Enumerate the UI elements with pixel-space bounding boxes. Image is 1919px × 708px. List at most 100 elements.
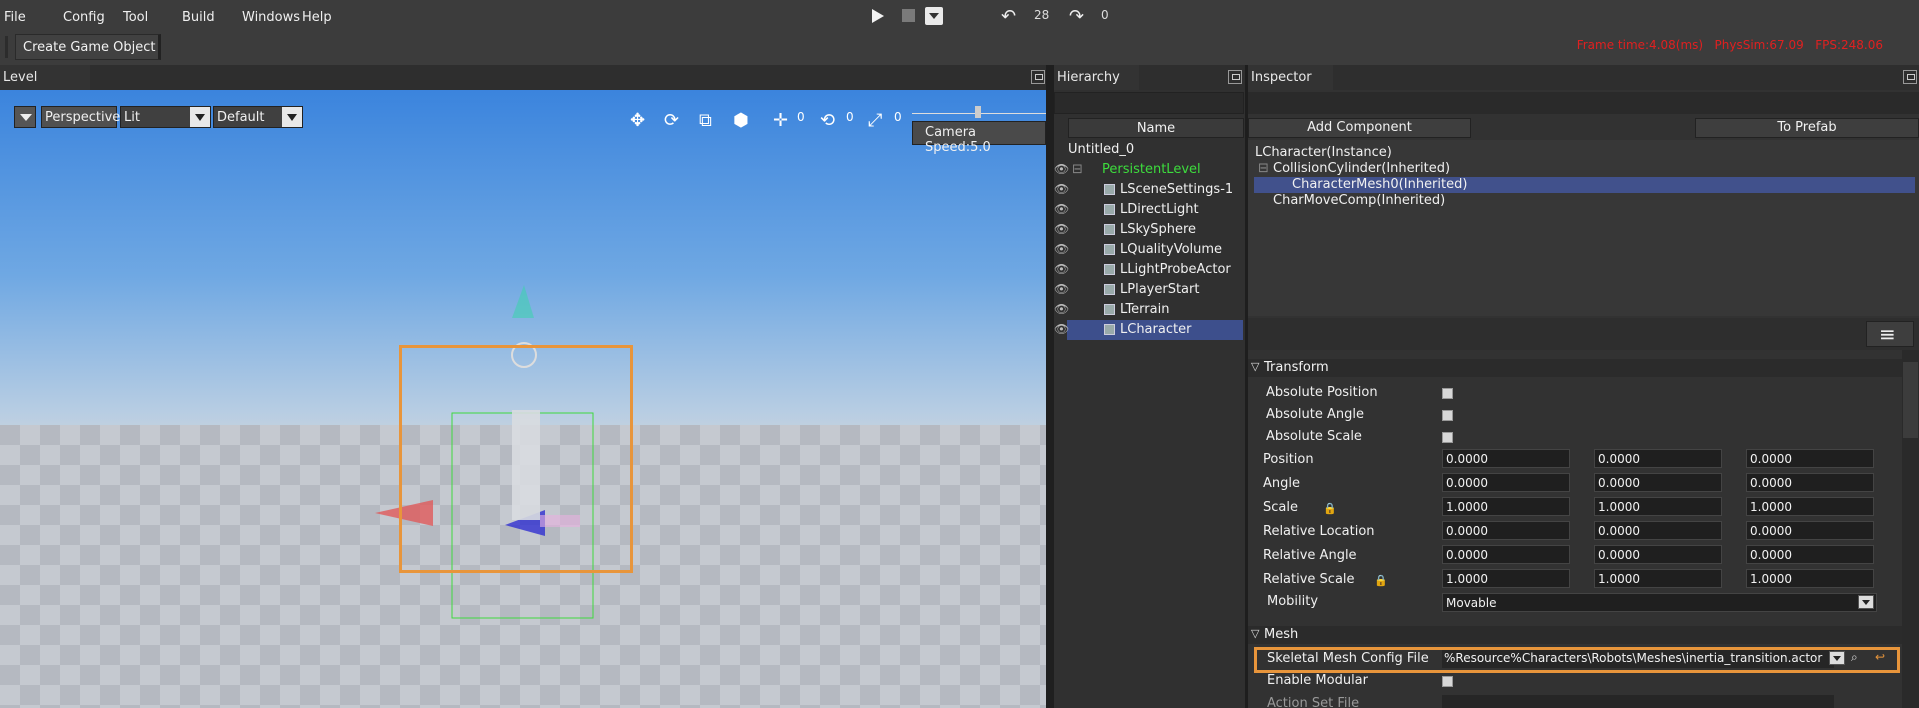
hierarchy-item[interactable]: 👁 LQualityVolume <box>1054 240 1245 260</box>
options-menu-icon[interactable] <box>1866 321 1914 347</box>
transform-section[interactable]: Transform <box>1248 359 1903 377</box>
scale-tool-icon[interactable]: ⧉ <box>699 110 712 131</box>
tab-hierarchy[interactable]: Hierarchy <box>1054 65 1139 90</box>
hierarchy-root[interactable]: Untitled_0 <box>1054 140 1245 160</box>
relative-scale-z-field[interactable]: 1.0000 <box>1746 569 1874 588</box>
hierarchy-item[interactable]: 👁 LSceneSettings-1 <box>1054 180 1245 200</box>
menu-file[interactable]: File <box>4 10 26 25</box>
menu-config[interactable]: Config <box>63 10 105 25</box>
chevron-down-icon[interactable] <box>1858 595 1874 609</box>
redo-icon[interactable]: ↷ <box>1069 6 1084 27</box>
camera-speed-handle[interactable] <box>975 106 981 118</box>
eye-icon[interactable]: 👁 <box>1054 282 1069 296</box>
inspector-toolbar <box>1248 318 1919 350</box>
mobility-value: Movable <box>1446 596 1497 610</box>
stop-icon[interactable] <box>902 9 915 22</box>
move-snap-icon[interactable]: ✛ <box>773 110 788 131</box>
inspector-pin-icon[interactable] <box>1903 70 1917 84</box>
relative-location-z-field[interactable]: 0.0000 <box>1746 521 1874 540</box>
scale-snap-icon[interactable]: ⤢ <box>868 110 882 131</box>
component-item[interactable]: CharMoveComp(Inherited) <box>1273 193 1445 208</box>
add-component-button[interactable]: Add Component <box>1248 118 1471 138</box>
panel-splitter[interactable] <box>1046 65 1054 708</box>
local-space-icon[interactable]: ⬢ <box>733 110 749 131</box>
hierarchy-item[interactable]: 👁 LPlayerStart <box>1054 280 1245 300</box>
hierarchy-pin-icon[interactable] <box>1228 70 1242 84</box>
eye-icon[interactable]: 👁 <box>1054 222 1069 236</box>
absolute-scale-checkbox[interactable] <box>1442 432 1453 443</box>
relative-location-y-field[interactable]: 0.0000 <box>1594 521 1722 540</box>
hierarchy-search-input[interactable] <box>1054 92 1244 114</box>
lit-dropdown[interactable]: Lit <box>120 106 211 128</box>
tree-expander-icon[interactable]: ⊟ <box>1258 161 1269 176</box>
component-item[interactable]: LCharacter(Instance) <box>1255 145 1392 160</box>
hierarchy-item-label: LCharacter <box>1120 322 1192 337</box>
tab-inspector[interactable]: Inspector <box>1248 65 1333 90</box>
property-label: Enable Modular <box>1267 673 1368 688</box>
chevron-down-icon <box>190 107 210 127</box>
lock-icon[interactable]: 🔒 <box>1374 574 1388 587</box>
position-z-field[interactable]: 0.0000 <box>1746 449 1874 468</box>
mobility-dropdown[interactable]: Movable <box>1442 593 1877 612</box>
hierarchy-item-label: LTerrain <box>1120 302 1170 317</box>
hierarchy-item[interactable]: 👁 LDirectLight <box>1054 200 1245 220</box>
action-set-file-field[interactable] <box>1442 695 1834 708</box>
position-x-field[interactable]: 0.0000 <box>1442 449 1570 468</box>
property-label: Action Set File <box>1267 696 1360 708</box>
undo-icon[interactable]: ↶ <box>1001 6 1016 27</box>
property-label: Mobility <box>1267 594 1319 609</box>
eye-icon[interactable]: 👁 <box>1054 262 1069 276</box>
viewport-menu-icon[interactable] <box>14 106 36 128</box>
eye-icon[interactable]: 👁 <box>1054 182 1069 196</box>
hierarchy-item[interactable]: 👁 LSkySphere <box>1054 220 1245 240</box>
hierarchy-item-label: LSkySphere <box>1120 222 1197 237</box>
tree-expander-icon[interactable]: ⊟ <box>1072 162 1083 177</box>
relative-scale-y-field[interactable]: 1.0000 <box>1594 569 1722 588</box>
relative-angle-x-field[interactable]: 0.0000 <box>1442 545 1570 564</box>
hierarchy-item-selected[interactable]: LCharacter <box>1067 320 1243 340</box>
level-pin-icon[interactable] <box>1031 70 1045 84</box>
angle-x-field[interactable]: 0.0000 <box>1442 473 1570 492</box>
eye-icon[interactable]: 👁 <box>1054 322 1069 336</box>
menu-tool[interactable]: Tool <box>123 10 148 25</box>
relative-location-x-field[interactable]: 0.0000 <box>1442 521 1570 540</box>
hierarchy-name-header[interactable]: Name <box>1068 118 1244 138</box>
menu-build[interactable]: Build <box>182 10 215 25</box>
scale-y-field[interactable]: 1.0000 <box>1594 497 1722 516</box>
default-dropdown[interactable]: Default <box>213 106 303 128</box>
menu-windows[interactable]: Windows <box>242 10 300 25</box>
relative-angle-z-field[interactable]: 0.0000 <box>1746 545 1874 564</box>
hierarchy-item[interactable]: 👁 LTerrain <box>1054 300 1245 320</box>
rotate-tool-icon[interactable]: ⟳ <box>664 110 679 131</box>
tab-level[interactable]: Level <box>0 65 90 90</box>
rotate-snap-icon[interactable]: ⟲ <box>820 110 835 131</box>
scrollbar-thumb[interactable] <box>1903 362 1918 438</box>
perspective-button[interactable]: Perspective <box>41 106 120 128</box>
component-item[interactable]: CharacterMesh0(Inherited) <box>1292 177 1467 192</box>
angle-z-field[interactable]: 0.0000 <box>1746 473 1874 492</box>
eye-icon[interactable]: 👁 <box>1054 242 1069 256</box>
move-tool-icon[interactable]: ✥ <box>630 110 645 131</box>
menu-help[interactable]: Help <box>302 10 332 25</box>
play-options-dropdown-icon[interactable] <box>925 7 943 25</box>
absolute-position-checkbox[interactable] <box>1442 388 1453 399</box>
absolute-angle-checkbox[interactable] <box>1442 410 1453 421</box>
enable-modular-checkbox[interactable] <box>1442 676 1453 687</box>
eye-icon[interactable]: 👁 <box>1054 302 1069 316</box>
hierarchy-persistent-level[interactable]: 👁 ⊟ PersistentLevel <box>1054 160 1245 180</box>
eye-icon[interactable]: 👁 <box>1054 202 1069 216</box>
angle-y-field[interactable]: 0.0000 <box>1594 473 1722 492</box>
mesh-section[interactable]: Mesh <box>1248 626 1903 644</box>
hierarchy-item[interactable]: 👁 LLightProbeActor <box>1054 260 1245 280</box>
position-y-field[interactable]: 0.0000 <box>1594 449 1722 468</box>
play-icon[interactable] <box>871 8 885 24</box>
create-game-object-button[interactable]: Create Game Object <box>15 34 161 60</box>
to-prefab-button[interactable]: To Prefab <box>1695 118 1919 138</box>
relative-angle-y-field[interactable]: 0.0000 <box>1594 545 1722 564</box>
relative-scale-x-field[interactable]: 1.0000 <box>1442 569 1570 588</box>
scale-x-field[interactable]: 1.0000 <box>1442 497 1570 516</box>
eye-icon[interactable]: 👁 <box>1054 162 1069 176</box>
lock-icon[interactable]: 🔒 <box>1323 502 1337 515</box>
scale-z-field[interactable]: 1.0000 <box>1746 497 1874 516</box>
component-item[interactable]: CollisionCylinder(Inherited) <box>1273 161 1450 176</box>
